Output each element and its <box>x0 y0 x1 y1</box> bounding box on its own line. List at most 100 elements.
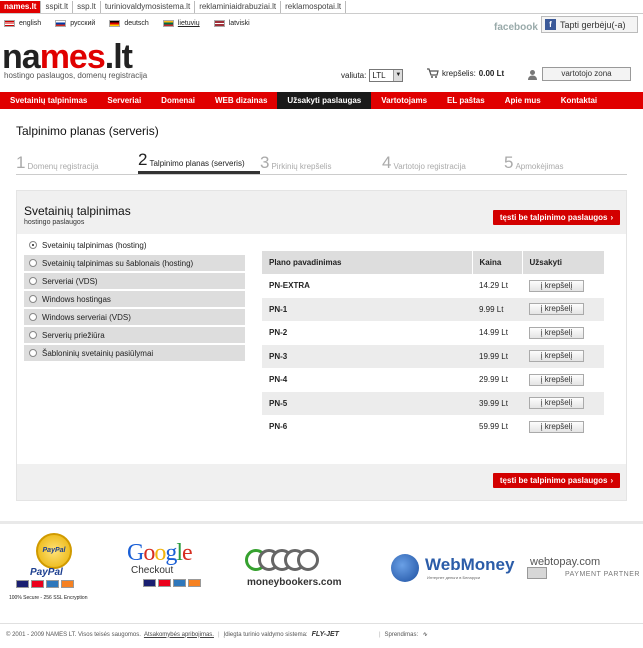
option-server-maintenance[interactable]: Serverių priežiūra <box>24 327 245 343</box>
amex-icon <box>173 579 186 587</box>
paypal-logo: PayPal <box>30 567 63 578</box>
plan-selection-area: Svetainių talpinimas (hosting) Svetainių… <box>17 234 626 464</box>
google-logo: Google <box>127 540 193 566</box>
radio[interactable] <box>29 349 37 357</box>
continue-without-hosting-button-bottom[interactable]: tęsti be talpinimo paslaugos › <box>493 473 620 488</box>
table-row: PN-3 19.99 Lt į krepšelį <box>262 344 604 368</box>
radio[interactable] <box>29 313 37 321</box>
add-to-cart-button[interactable]: į krepšelį <box>529 420 584 433</box>
mastercard-icon <box>31 580 44 588</box>
radio[interactable] <box>29 331 37 339</box>
site-logo[interactable]: names.lt <box>2 40 133 74</box>
col-plan-name: Plano pavadinimas <box>262 251 473 274</box>
amex-icon <box>46 580 59 588</box>
table-row: PN-6 59.99 Lt į krepšelį <box>262 415 604 439</box>
currency-select[interactable]: LTL ▼ <box>369 69 404 82</box>
step-user-registration[interactable]: 4 Vartotojo registracija <box>382 149 504 174</box>
card-icon <box>527 567 547 579</box>
nav-users[interactable]: Vartotojams <box>371 92 437 109</box>
liability-link[interactable]: Atsakomybės apribojimas. <box>144 632 214 638</box>
user-zone-button[interactable]: vartotojo zona <box>542 67 631 81</box>
cart-summary[interactable]: krepšelis: 0.00 Lt <box>427 68 504 78</box>
webmoney-subtitle: Интернет деньги в Беларуси <box>427 575 481 580</box>
table-row: PN-EXTRA 14.29 Lt į krepšelį <box>262 274 604 298</box>
add-to-cart-button[interactable]: į krepšelį <box>529 397 584 410</box>
shopping-cart-icon <box>427 68 439 78</box>
continue-without-hosting-button[interactable]: tęsti be talpinimo paslaugos › <box>493 210 620 225</box>
site-link-sspit[interactable]: sspit.lt <box>41 0 74 13</box>
facebook-icon: f <box>545 19 556 30</box>
nav-servers[interactable]: Serveriai <box>97 92 151 109</box>
radio[interactable] <box>29 259 37 267</box>
nav-about[interactable]: Apie mus <box>495 92 551 109</box>
add-to-cart-button[interactable]: į krepšelį <box>529 326 584 339</box>
currency-selector: valiuta: LTL ▼ <box>341 69 404 82</box>
site-link-spotai[interactable]: reklamospotai.lt <box>281 0 347 13</box>
lang-lithuanian[interactable]: lietuvių <box>162 20 200 27</box>
paypal-verified-seal: PayPal <box>36 533 72 569</box>
solutions-logo-icon[interactable]: ∿ <box>422 631 427 638</box>
site-link-tvs[interactable]: turiniovaldymosistema.lt <box>101 0 196 13</box>
nav-domains[interactable]: Domenai <box>151 92 205 109</box>
lang-latvian[interactable]: latviski <box>213 20 250 27</box>
table-header-row: Plano pavadinimas Kaina Užsakyti <box>262 251 604 274</box>
cms-label: Įdiegta turinio valdymo sistema: <box>223 631 308 638</box>
radio[interactable] <box>29 295 37 303</box>
arrow-right-icon: › <box>610 476 614 485</box>
add-to-cart-button[interactable]: į krepšelį <box>529 279 584 292</box>
facebook-label: facebook <box>494 22 538 33</box>
webtopay-subtitle: PAYMENT PARTNER <box>565 571 640 578</box>
uk-flag-icon <box>4 20 15 27</box>
step-cart[interactable]: 3 Pirkinių krepšelis <box>260 149 382 174</box>
arrow-right-icon: › <box>610 213 614 222</box>
step-payment[interactable]: 5 Apmokėjimas <box>504 149 626 174</box>
logo-tagline: hostingo paslaugos, domenų registracija <box>4 71 148 80</box>
option-template-sites[interactable]: Šabloninių svetainių pasiūlymai <box>24 345 245 361</box>
visa-icon <box>16 580 29 588</box>
nav-contacts[interactable]: Kontaktai <box>551 92 607 109</box>
copyright: © 2001 - 2009 NAMES LT. Visos teisės sau… <box>6 631 141 638</box>
site-link-drabuziai[interactable]: reklaminiaidrabuziai.lt <box>195 0 282 13</box>
radio-selected[interactable] <box>29 241 37 249</box>
lang-german[interactable]: deutsch <box>109 20 149 27</box>
site-link-names[interactable]: names.lt <box>0 0 42 13</box>
nav-email[interactable]: EL paštas <box>437 92 495 109</box>
flyjet-logo[interactable]: FLY-JET <box>312 631 339 638</box>
option-hosting[interactable]: Svetainių talpinimas (hosting) <box>24 237 245 253</box>
nav-order-services[interactable]: Užsakyti paslaugas <box>277 92 372 109</box>
moneybookers-logo: moneybookers.com <box>247 577 342 588</box>
discover-icon <box>61 580 74 588</box>
table-row: PN-2 14.99 Lt į krepšelį <box>262 321 604 345</box>
add-to-cart-button[interactable]: į krepšelį <box>529 373 584 386</box>
divider <box>0 521 643 524</box>
step-domain-registration[interactable]: 1 Domenų registracija <box>16 149 138 174</box>
panel-subtitle: hostingo paslaugos <box>24 219 85 226</box>
user-zone: vartotojo zona <box>527 67 631 81</box>
site-link-ssp[interactable]: ssp.lt <box>73 0 101 13</box>
add-to-cart-button[interactable]: į krepšelį <box>529 350 584 363</box>
lithuania-flag-icon <box>162 20 174 27</box>
language-switcher: english русский deutsch lietuvių latvisk… <box>4 20 250 27</box>
radio[interactable] <box>29 277 37 285</box>
nav-web-design[interactable]: WEB dizainas <box>205 92 277 109</box>
card-logos <box>16 580 74 588</box>
option-hosting-templates[interactable]: Svetainių talpinimas su šablonais (hosti… <box>24 255 245 271</box>
option-vds[interactable]: Serveriai (VDS) <box>24 273 245 289</box>
add-to-cart-button[interactable]: į krepšelį <box>529 303 584 316</box>
option-windows-hosting[interactable]: Windows hostingas <box>24 291 245 307</box>
footer: © 2001 - 2009 NAMES LT. Visos teisės sau… <box>6 631 428 638</box>
nav-hosting[interactable]: Svetainių talpinimas <box>0 92 97 109</box>
solutions-label: Sprendimas: <box>384 631 419 638</box>
dropdown-arrow-icon: ▼ <box>393 70 403 81</box>
lang-english[interactable]: english <box>4 20 41 27</box>
step-hosting-plan[interactable]: 2 Talpinimo planas (serveris) <box>138 149 260 174</box>
google-checkout-label: Checkout <box>131 565 174 576</box>
option-windows-vds[interactable]: Windows serveriai (VDS) <box>24 309 245 325</box>
facebook-like-button[interactable]: f Tapti gerbėju(-a) <box>541 16 638 33</box>
panel-title: Svetainių talpinimas <box>24 204 131 218</box>
table-row: PN-1 9.99 Lt į krepšelį <box>262 297 604 321</box>
lang-russian[interactable]: русский <box>55 20 95 27</box>
footer-divider <box>0 623 643 624</box>
table-row: PN-5 39.99 Lt į krepšelį <box>262 391 604 415</box>
col-order: Užsakyti <box>522 251 604 274</box>
